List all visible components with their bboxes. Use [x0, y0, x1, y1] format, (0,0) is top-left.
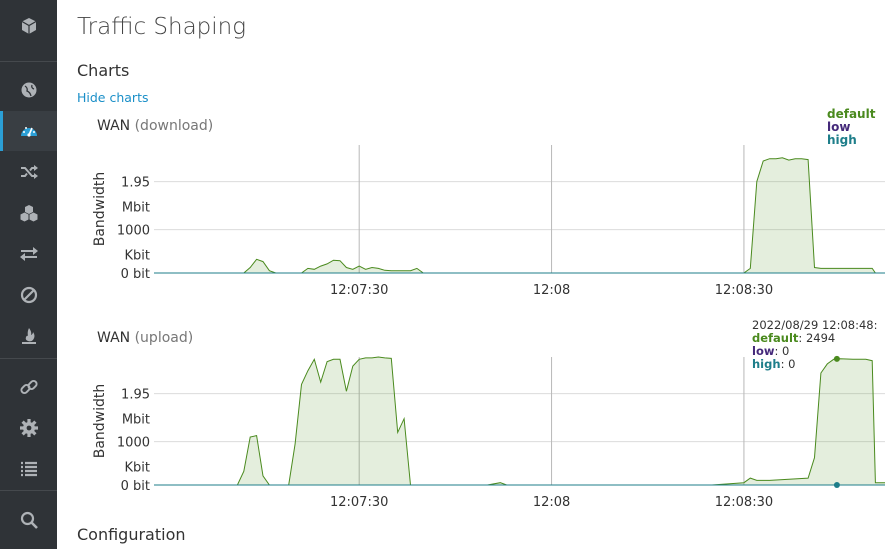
hover-marker-high	[833, 482, 840, 488]
main-content: Traffic Shaping Charts Hide charts WAN (…	[57, 0, 894, 549]
hide-charts-link[interactable]: Hide charts	[77, 90, 148, 105]
sidebar-divider	[0, 490, 57, 491]
gear-icon[interactable]	[0, 408, 57, 448]
list-icon[interactable]	[0, 449, 57, 489]
y-tick-label: Mbit	[122, 413, 150, 428]
sidebar-divider	[0, 61, 57, 62]
y-tick-label: Kbit	[125, 461, 151, 476]
series-default-line	[154, 356, 885, 486]
section-heading-configuration: Configuration	[77, 525, 186, 544]
fire-icon[interactable]	[0, 316, 57, 356]
chart-canvas[interactable]: Bandwidth 1.95 Mbit 1000 Kbit 0 bit 12:07:30 12…	[57, 317, 894, 522]
y-tick-label: Mbit	[122, 201, 150, 216]
link-icon[interactable]	[0, 367, 57, 407]
y-tick-label: 0 bit	[121, 267, 150, 282]
chart-canvas[interactable]: Bandwidth 1.95 Mbit 1000 Kbit 0 bit 12:07:30 12…	[57, 105, 894, 310]
y-axis-title: Bandwidth	[92, 172, 108, 247]
sidebar-divider	[0, 358, 57, 359]
series-default-area	[154, 157, 885, 273]
globe-icon[interactable]	[0, 70, 57, 110]
y-tick-label: 1000	[117, 224, 150, 239]
sidebar	[0, 0, 57, 549]
exchange-icon[interactable]	[0, 234, 57, 274]
x-tick-label: 12:08	[533, 495, 570, 510]
y-tick-label: 1000	[117, 436, 150, 451]
dashboard-icon[interactable]	[0, 111, 57, 151]
x-tick-label: 12:07:30	[330, 495, 388, 510]
ban-icon[interactable]	[0, 275, 57, 315]
search-icon[interactable]	[0, 500, 57, 540]
section-heading-charts: Charts	[77, 61, 130, 80]
cubes-icon[interactable]	[0, 193, 57, 233]
shuffle-icon[interactable]	[0, 152, 57, 192]
y-tick-label: 1.95	[121, 176, 150, 191]
y-tick-label: 1.95	[121, 388, 150, 403]
y-axis-title: Bandwidth	[92, 384, 108, 459]
x-tick-label: 12:08	[533, 283, 570, 298]
y-tick-label: Kbit	[125, 249, 151, 264]
chart-wan-download: WAN (download) default low high Bandwidt…	[57, 105, 894, 310]
page-title: Traffic Shaping	[77, 14, 247, 40]
y-tick-label: 0 bit	[121, 479, 150, 494]
x-tick-label: 12:08:30	[715, 495, 773, 510]
x-tick-label: 12:08:30	[715, 283, 773, 298]
x-tick-label: 12:07:30	[330, 283, 388, 298]
cube-icon[interactable]	[0, 6, 57, 46]
chart-wan-upload: WAN (upload) 2022/08/29 12:08:48: defaul…	[57, 317, 894, 522]
series-default-area	[154, 357, 885, 485]
hover-marker-default	[833, 355, 840, 362]
